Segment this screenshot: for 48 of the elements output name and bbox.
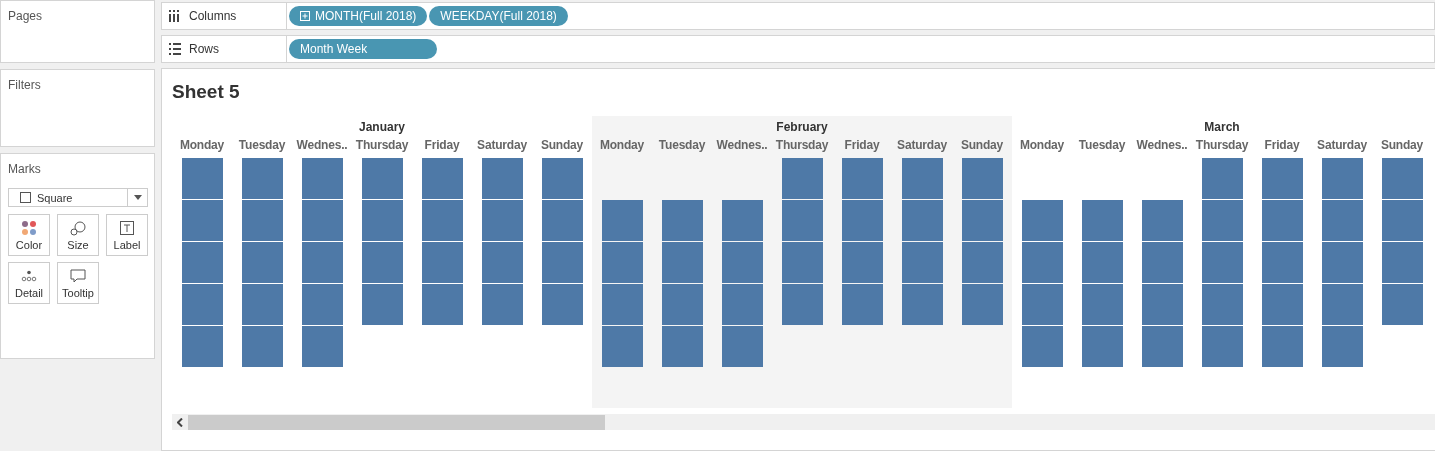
weekday-header: Tuesday <box>1078 137 1126 154</box>
weekday-header: Monday <box>179 137 225 154</box>
weekday-header: Tuesday <box>238 137 286 154</box>
weekday-header: Sunday <box>960 137 1004 154</box>
weekday-header: Wednes.. <box>1136 137 1188 154</box>
columns-bars-icon <box>169 10 181 22</box>
detail-card[interactable]: Detail <box>8 262 50 304</box>
scroll-left-icon[interactable] <box>177 417 183 427</box>
weekday-header: Wednes.. <box>716 137 768 154</box>
square-icon <box>20 192 31 203</box>
weekday-header: Saturday <box>897 137 947 154</box>
dropdown-arrow-icon <box>133 195 142 200</box>
panel-title: Filters <box>8 78 42 92</box>
shelf-label: Columns <box>189 9 237 23</box>
mark-type-dropdown[interactable]: Square <box>8 188 148 207</box>
panel-title: Pages <box>8 9 44 23</box>
weekday-header: Friday <box>844 137 880 154</box>
weekday-header: Thursday <box>355 137 409 154</box>
weekday-header: Thursday <box>775 137 829 154</box>
month-header: March <box>1203 119 1241 136</box>
tooltip-icon <box>70 268 86 284</box>
weekday-header: Sunday <box>1380 137 1424 154</box>
weekday-header: Monday <box>599 137 645 154</box>
weekday-header: Wednes.. <box>296 137 348 154</box>
weekday-header: Friday <box>424 137 460 154</box>
panel-title: Marks <box>8 162 42 176</box>
color-card[interactable]: Color <box>8 214 50 256</box>
label-icon <box>120 221 134 235</box>
scrollbar-thumb[interactable] <box>188 414 605 430</box>
color-dots-icon <box>21 220 37 236</box>
weekday-header: Monday <box>1019 137 1065 154</box>
weekday-header: Tuesday <box>658 137 706 154</box>
shelf-label: Rows <box>189 42 219 56</box>
weekday-header: Saturday <box>1317 137 1367 154</box>
horizontal-scrollbar[interactable] <box>172 414 1435 430</box>
detail-dots-icon <box>21 270 37 282</box>
weekday-header: Friday <box>1264 137 1300 154</box>
weekday-header: Sunday <box>540 137 584 154</box>
sheet-title: Sheet 5 <box>172 81 241 104</box>
tooltip-card[interactable]: Tooltip <box>57 262 99 304</box>
rows-list-icon <box>169 43 181 55</box>
month-header: January <box>358 119 406 136</box>
label-card[interactable]: Label <box>106 214 148 256</box>
month-header: February <box>775 119 829 136</box>
weekday-header: Thursday <box>1195 137 1249 154</box>
size-circles-icon <box>70 220 86 236</box>
size-card[interactable]: Size <box>57 214 99 256</box>
weekday-header: Saturday <box>477 137 527 154</box>
